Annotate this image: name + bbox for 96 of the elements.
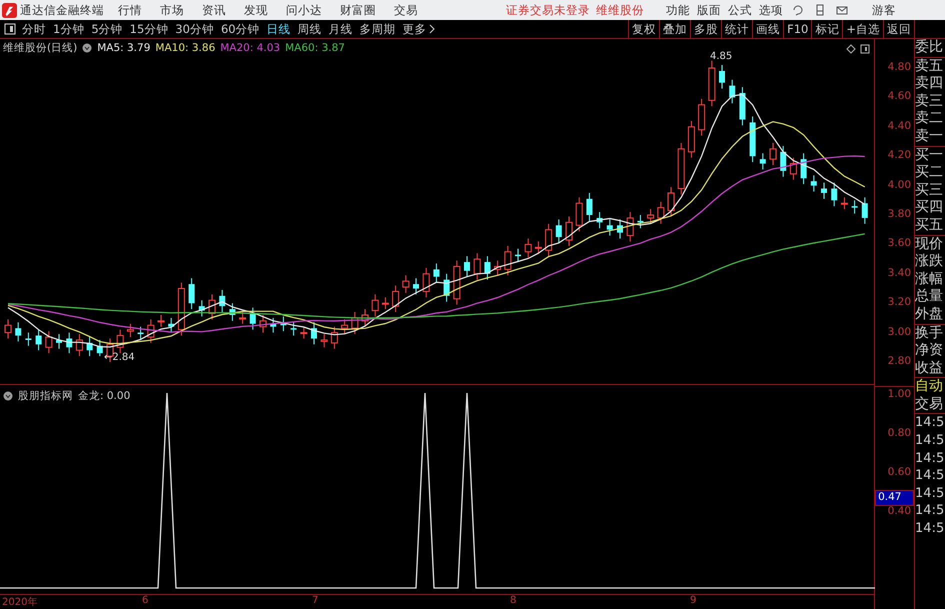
trade-time: 14:5	[915, 432, 945, 450]
indicator-axis-label: 0.80	[888, 427, 912, 439]
period-tab[interactable]: 5分钟	[91, 22, 123, 36]
period-tab[interactable]: 1分钟	[53, 22, 84, 36]
settings-icon[interactable]	[3, 391, 13, 402]
quote-field-label: 换手	[915, 324, 944, 342]
phone-icon[interactable]	[814, 4, 826, 16]
menu-item[interactable]: 资讯	[202, 2, 226, 18]
indicator-title: 股朋指标网	[18, 389, 73, 404]
price-axis-label: 2.80	[888, 355, 912, 367]
quote-field-label: 卖四	[915, 75, 944, 93]
chart-title: 维维股份(日线)	[3, 41, 78, 55]
menu-item[interactable]: 财富圈	[340, 2, 376, 18]
quote-field-label: 外盘	[915, 306, 944, 324]
menu-item[interactable]: 交易	[394, 2, 418, 18]
menu-item[interactable]: 行情	[118, 2, 142, 18]
period-tab[interactable]: 30分钟	[175, 22, 214, 36]
quote-field-label: 卖三	[915, 92, 944, 110]
trade-time: 14:5	[915, 450, 945, 468]
date-axis-label: 6	[142, 595, 148, 606]
login-status[interactable]: 证券交易未登录	[506, 2, 590, 18]
trade-time: 14:5	[915, 520, 945, 538]
quote-field-label: 买四	[915, 199, 944, 217]
trade-heading: 交易	[915, 396, 944, 414]
toolbar-button[interactable]: 统计	[722, 20, 754, 38]
date-axis-label: 8	[510, 595, 516, 606]
period-tab[interactable]: 15分钟	[130, 22, 168, 36]
quote-field-label: 买一	[915, 146, 944, 164]
moving-average-label: MA60: 3.87	[285, 42, 345, 54]
quote-field-label: 涨跌	[915, 253, 944, 271]
moving-average-label: MA5: 3.79	[97, 42, 150, 54]
menu-item[interactable]: 市场	[160, 2, 184, 18]
date-axis-label: 2020年	[2, 596, 38, 609]
trade-time: 14:5	[915, 484, 945, 502]
quote-field-label: 买二	[915, 164, 944, 182]
price-axis-label: 4.00	[888, 178, 912, 191]
settings-icon[interactable]	[82, 43, 92, 53]
quote-field-label: 买五	[915, 216, 944, 235]
price-axis-label: 4.40	[888, 120, 912, 132]
trade-time: 14:5	[915, 414, 945, 432]
quote-field-label: 现价	[915, 236, 944, 254]
app-title: 通达信金融终端	[20, 2, 104, 18]
date-axis-label: 7	[312, 595, 318, 606]
quote-field-label: 卖五	[915, 58, 944, 76]
indicator-axis-label: 0.40	[888, 505, 912, 517]
diamond-icon[interactable]	[846, 44, 856, 54]
quote-field-label: 净资	[915, 342, 944, 360]
price-axis-label: 3.20	[888, 296, 912, 308]
menu-item[interactable]: 公式	[728, 2, 752, 18]
quote-field-label: 卖一	[915, 128, 944, 146]
quote-field-label: 卖二	[915, 110, 944, 128]
period-tab[interactable]: 60分钟	[220, 22, 260, 36]
price-axis-label: 3.40	[888, 266, 912, 279]
period-tab[interactable]: 分时	[22, 22, 46, 36]
high-price-marker: 4.85	[710, 51, 732, 62]
trade-time: 14:5	[915, 502, 945, 520]
price-axis-label: 4.20	[888, 149, 912, 162]
period-tab[interactable]: 日线	[266, 22, 291, 36]
current-value-badge: 0.47	[875, 490, 914, 506]
period-tab[interactable]: 月线	[328, 22, 353, 36]
trade-time: 14:5	[915, 467, 945, 485]
menu-item[interactable]: 选项	[759, 2, 783, 18]
panel-toggle-icon[interactable]	[4, 23, 16, 35]
moving-average-label: MA20: 4.03	[220, 42, 280, 54]
toolbar-button[interactable]: 返回	[884, 20, 915, 38]
user-name[interactable]: 游客	[872, 2, 896, 18]
more-menu[interactable]: 更多	[402, 22, 435, 36]
panel-toggle-icon[interactable]	[860, 44, 870, 54]
chevron-icon[interactable]	[428, 24, 435, 34]
price-axis-label: 3.60	[888, 237, 912, 250]
period-tab[interactable]: 多周期	[360, 22, 396, 36]
quote-field-label: 买三	[915, 182, 944, 200]
quote-field-label: 涨幅	[915, 270, 944, 288]
stock-name-link[interactable]: 维维股份	[596, 2, 644, 18]
quote-field-label: 总量	[915, 288, 944, 306]
date-axis-label: 9	[690, 595, 696, 606]
toolbar-button[interactable]: 叠加	[660, 20, 692, 38]
indicator-value: 金龙: 0.00	[78, 389, 130, 404]
price-axis-label: 4.60	[888, 90, 912, 102]
toolbar-button[interactable]: 复权	[629, 20, 660, 38]
price-axis-label: 3.80	[888, 208, 912, 220]
menu-item[interactable]: 版面	[697, 2, 721, 18]
period-tab[interactable]: 周线	[298, 22, 322, 36]
price-axis-label: 4.80	[888, 61, 912, 73]
menu-item[interactable]: 功能	[666, 2, 690, 18]
menu-item[interactable]: 问小达	[286, 2, 322, 18]
quote-field-label: 收益	[915, 360, 944, 378]
moving-average-label: MA10: 3.86	[155, 42, 216, 54]
quote-field-label: 委比	[915, 39, 944, 57]
mail-icon[interactable]	[836, 4, 848, 16]
menu-item[interactable]: 发现	[244, 2, 268, 18]
indicator-axis-label: 0.60	[888, 466, 912, 478]
trade-mode-label[interactable]: 自动	[915, 378, 945, 396]
indicator-axis-label: 1.00	[888, 388, 912, 400]
price-axis-label: 3.00	[888, 326, 912, 338]
app-logo-icon	[2, 2, 17, 18]
